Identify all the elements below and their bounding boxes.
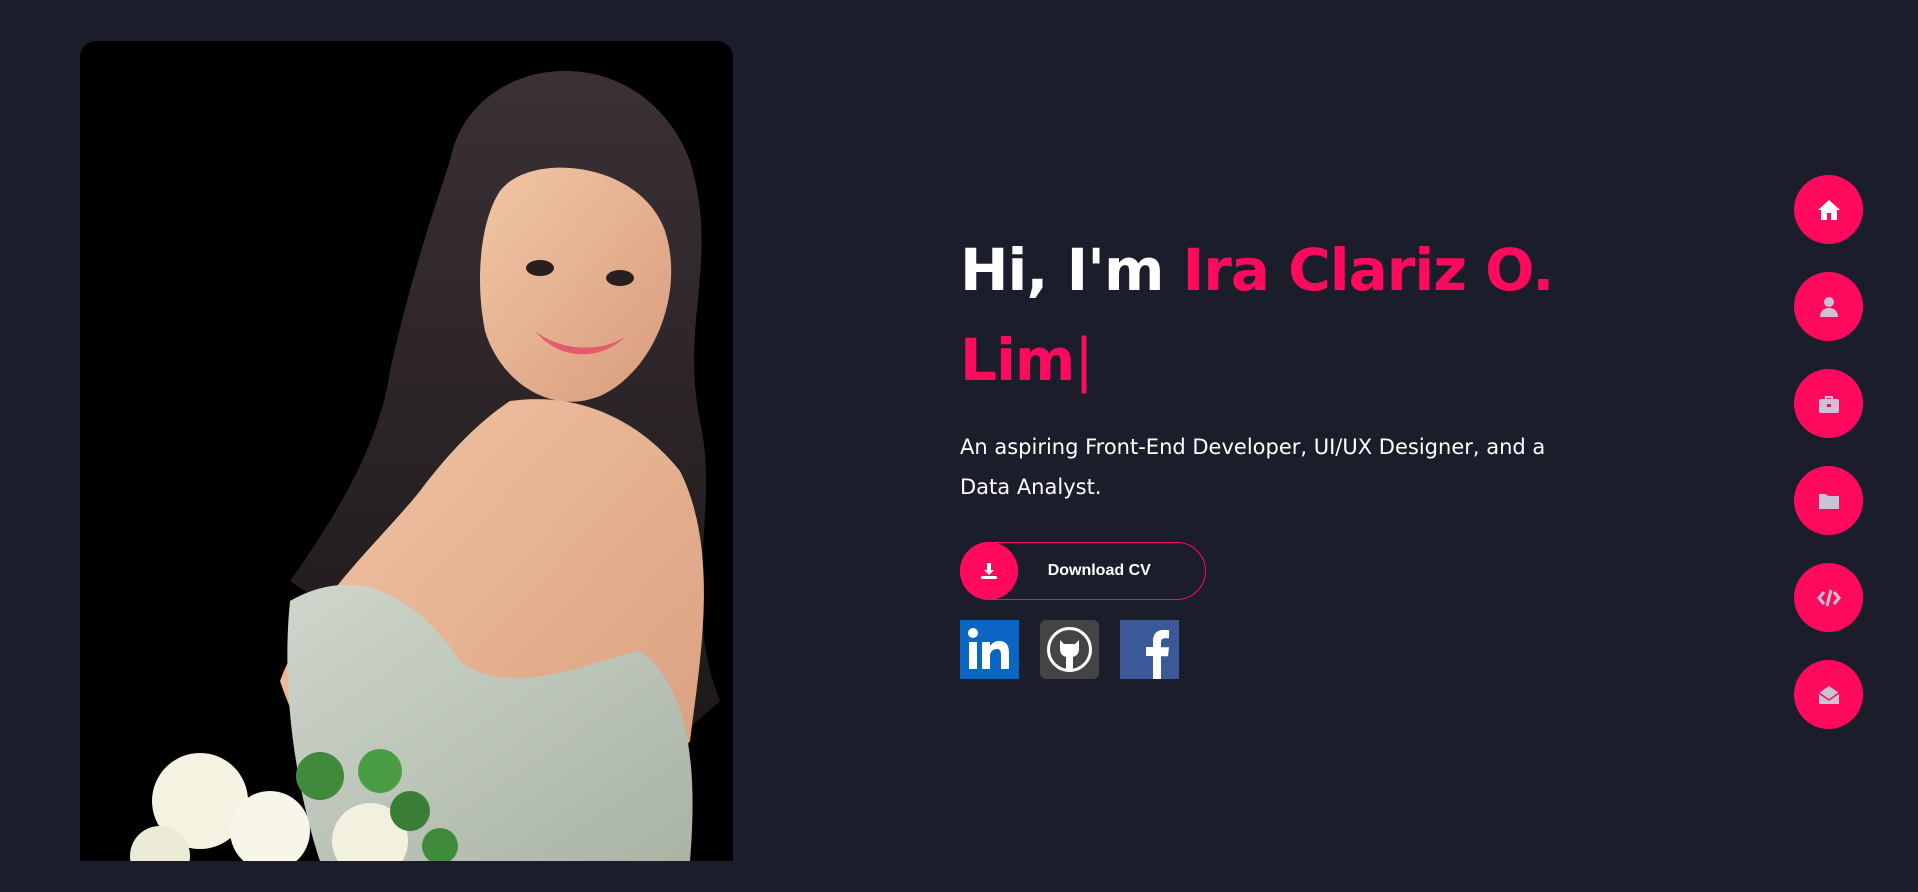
nav-home-button[interactable] bbox=[1794, 175, 1863, 244]
nav-skills-button[interactable] bbox=[1794, 563, 1863, 632]
home-icon bbox=[1817, 199, 1840, 220]
download-cv-button[interactable]: Download CV bbox=[959, 542, 1206, 600]
page: Hi, I'm Ira Clariz O. Lim| An aspiring F… bbox=[0, 0, 1918, 892]
hero-title: Hi, I'm Ira Clariz O. Lim| bbox=[960, 225, 1580, 405]
briefcase-icon bbox=[1818, 395, 1839, 413]
facebook-icon bbox=[1120, 620, 1179, 679]
hero-subtitle: An aspiring Front-End Developer, UI/UX D… bbox=[960, 435, 1546, 499]
nav-projects-button[interactable] bbox=[1794, 466, 1863, 535]
nav-about-button[interactable] bbox=[1794, 272, 1863, 341]
nav-experience-button[interactable] bbox=[1794, 369, 1863, 438]
folder-icon bbox=[1818, 493, 1839, 509]
envelope-open-icon bbox=[1818, 685, 1839, 704]
typing-cursor: | bbox=[1074, 326, 1094, 394]
user-icon bbox=[1819, 296, 1838, 317]
facebook-link[interactable] bbox=[1120, 620, 1179, 679]
linkedin-link[interactable] bbox=[960, 620, 1019, 679]
greeting-text: Hi, I'm bbox=[960, 236, 1183, 304]
download-cv-label: Download CV bbox=[1047, 562, 1151, 579]
hero-section: Hi, I'm Ira Clariz O. Lim| An aspiring F… bbox=[960, 225, 1580, 507]
social-links bbox=[960, 620, 1200, 679]
download-icon bbox=[959, 542, 1018, 600]
side-navigation bbox=[1794, 175, 1863, 757]
code-icon bbox=[1816, 589, 1841, 606]
profile-photo bbox=[80, 41, 733, 861]
nav-contact-button[interactable] bbox=[1794, 660, 1863, 729]
github-icon bbox=[1040, 620, 1099, 679]
github-link[interactable] bbox=[1040, 620, 1099, 679]
linkedin-icon bbox=[960, 620, 1019, 679]
